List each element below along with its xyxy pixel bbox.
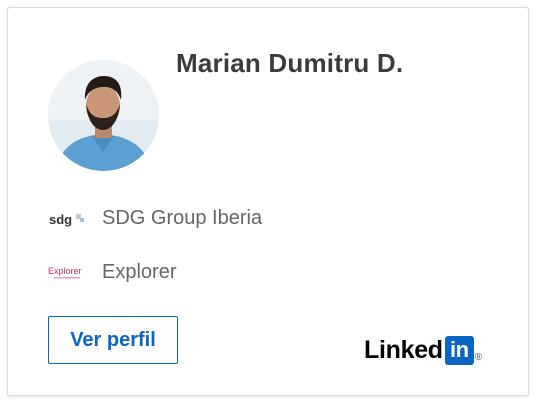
linkedin-profile-card: Marian Dumitru D. sdg SDG Group Iberia E…	[7, 7, 529, 396]
svg-text:sdg: sdg	[49, 212, 72, 227]
svg-text:Explorer: Explorer	[48, 266, 82, 276]
company-name: Explorer	[102, 261, 177, 283]
sdg-group-logo-icon: sdg	[48, 204, 88, 234]
view-profile-button[interactable]: Ver perfil	[48, 316, 178, 364]
profile-name[interactable]: Marian Dumitru D.	[176, 48, 403, 79]
linkedin-wordmark: Linked	[364, 335, 443, 364]
explorer-logo-icon: Explorer	[48, 258, 88, 288]
profile-photo-icon	[48, 60, 159, 171]
avatar[interactable]	[48, 60, 159, 171]
linkedin-logo[interactable]: Linked in ®	[364, 334, 482, 366]
company-name: SDG Group Iberia	[102, 207, 263, 229]
linkedin-in-icon: in	[444, 335, 474, 365]
registered-mark: ®	[474, 351, 483, 363]
